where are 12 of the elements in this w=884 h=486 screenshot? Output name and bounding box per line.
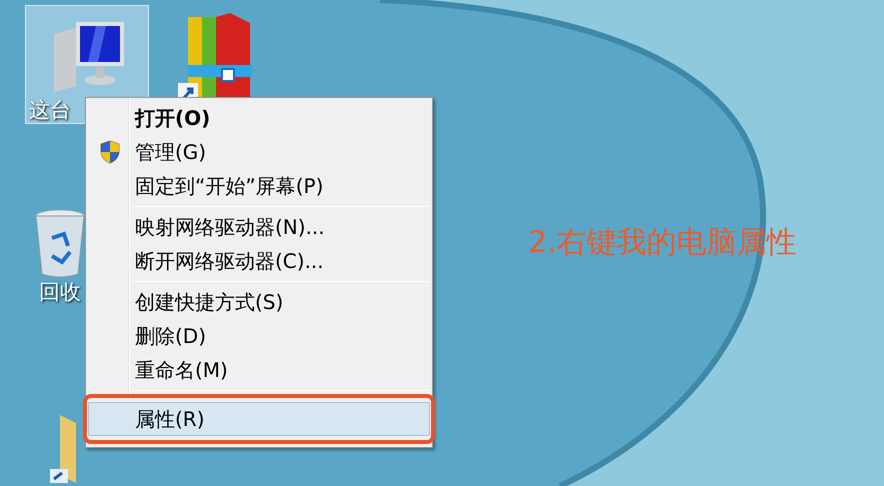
recycle-bin-icon[interactable] <box>34 208 86 280</box>
menu-item[interactable]: 管理(G) <box>88 135 430 169</box>
menu-item[interactable]: 属性(R) <box>88 402 430 436</box>
desktop-icon-label: 这台 <box>28 98 71 124</box>
desktop-icon-label: 回收 <box>38 280 81 306</box>
menu-item[interactable]: 重命名(M) <box>88 353 430 387</box>
menu-item[interactable]: 映射网络驱动器(N)... <box>88 210 430 244</box>
menu-item[interactable]: 创建快捷方式(S) <box>88 285 430 319</box>
menu-item[interactable]: 删除(D) <box>88 319 430 353</box>
menu-item[interactable]: 固定到“开始”屏幕(P) <box>88 169 430 203</box>
annotation-text: 2.右键我的电脑属性 <box>528 224 797 262</box>
menu-item[interactable]: 断开网络驱动器(C)... <box>88 244 430 278</box>
